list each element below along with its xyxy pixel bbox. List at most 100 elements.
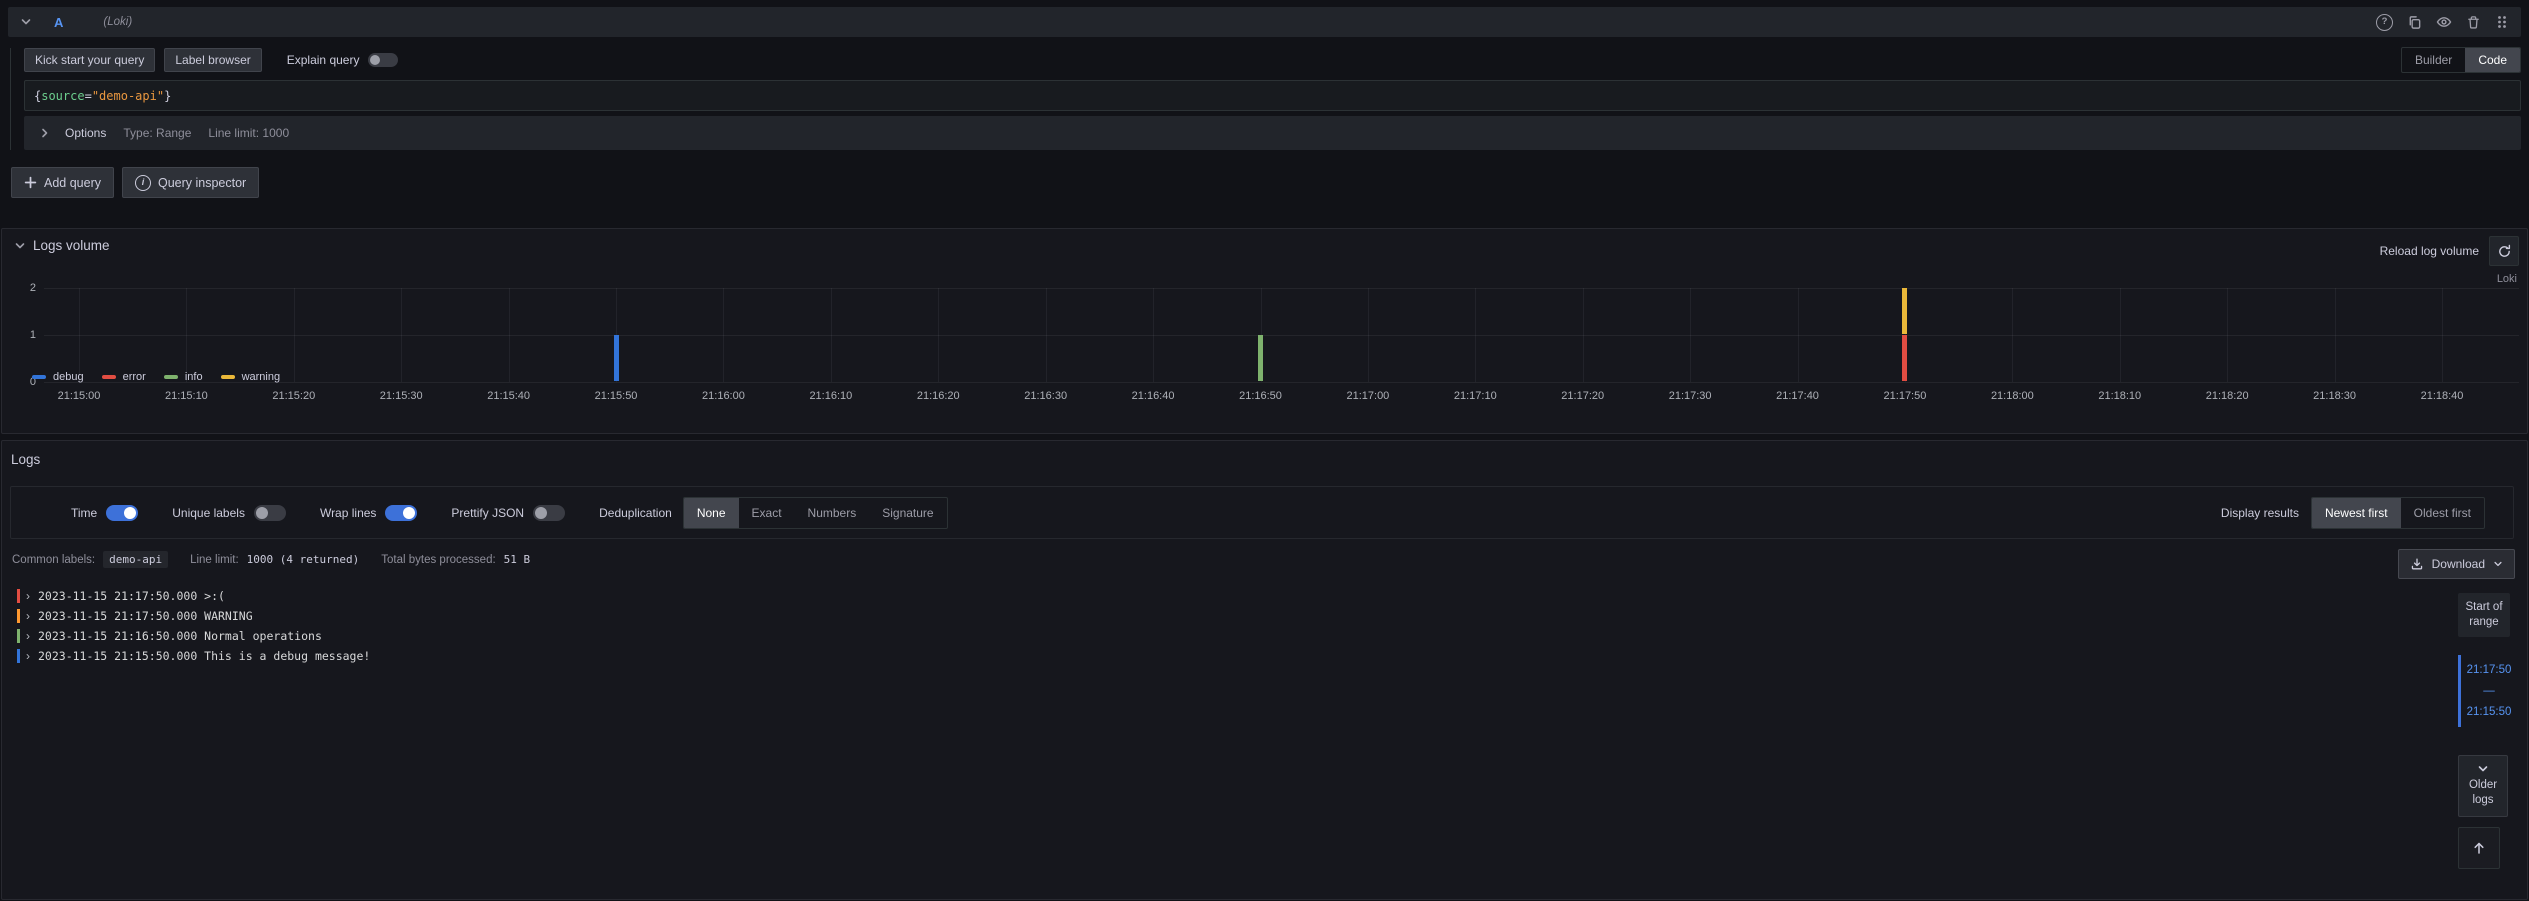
x-axis-tick-label: 21:18:30 [2290,390,2380,402]
add-query-button[interactable]: Add query [11,167,114,198]
log-navigation: Start of range 21:17:50 — 21:15:50 Older… [2458,593,2510,869]
log-row-expand-chevron-icon[interactable]: › [26,590,30,602]
log-row-text: 2023-11-15 21:16:50.000 Normal operation… [38,629,322,643]
log-row-debug[interactable]: ›2023-11-15 21:15:50.000 This is a debug… [10,646,2447,666]
query-row-header[interactable]: A (Loki) ? [8,7,2521,37]
log-level-indicator-debug [17,649,20,663]
logs-controls-bar: TimeUnique labelsWrap linesPrettify JSON… [10,486,2514,539]
reload-log-volume-button[interactable] [2489,236,2519,266]
legend-item-warning[interactable]: warning [221,371,281,383]
total-bytes-value: 51 B [504,553,531,566]
unique-labels-toggle[interactable] [254,505,286,521]
legend-item-info[interactable]: info [164,371,203,383]
query-row-body: Kick start your query Label browser Expl… [10,48,2521,150]
prettify-json-toggle[interactable] [533,505,565,521]
explain-query-toggle[interactable] [368,53,398,67]
remove-query-trash-icon[interactable] [2466,15,2481,30]
chart-gridline-v [1690,288,1691,382]
dedup-option-exact[interactable]: Exact [739,498,795,528]
wrap-lines-toggle[interactable] [385,505,417,521]
log-row-expand-chevron-icon[interactable]: › [26,650,30,662]
chart-gridline-h [44,288,2519,289]
query-inspector-button[interactable]: i Query inspector [122,167,259,198]
toggle-label: Unique labels [172,506,245,520]
logs-meta-row: Common labels: demo-api Line limit: 1000… [12,551,552,568]
options-chevron-right-icon [39,127,51,139]
line-limit-label: Line limit: [190,554,239,566]
chart-gridline-v [2335,288,2336,382]
chart-bar-debug [614,335,619,381]
log-row-warning[interactable]: ›2023-11-15 21:17:50.000 WARNING [10,606,2447,626]
log-rows: ›2023-11-15 21:17:50.000 >:(›2023-11-15 … [10,586,2447,666]
x-axis-tick-label: 21:18:10 [2075,390,2165,402]
collapse-query-chevron-down-icon[interactable] [20,16,32,28]
legend-swatch-warning [221,375,235,379]
log-row-error[interactable]: ›2023-11-15 21:17:50.000 >:( [10,586,2447,606]
info-icon: i [135,175,151,191]
hide-response-eye-icon[interactable] [2436,14,2452,30]
log-level-indicator-info [17,629,20,643]
drag-handle-grip-icon[interactable] [2495,14,2509,30]
x-axis-tick-label: 21:17:40 [1753,390,1843,402]
chart-gridline-v [1798,288,1799,382]
legend-swatch-error [102,375,116,379]
log-row-expand-chevron-icon[interactable]: › [26,610,30,622]
kick-start-query-button[interactable]: Kick start your query [24,48,155,72]
legend-item-error[interactable]: error [102,371,146,383]
download-icon [2410,557,2424,571]
deduplication-label: Deduplication [599,506,672,520]
total-bytes-label: Total bytes processed: [381,554,495,566]
logs-volume-title: Logs volume [33,238,110,253]
dedup-option-signature[interactable]: Signature [869,498,946,528]
help-icon[interactable]: ? [2376,14,2393,31]
display-option-newest-first[interactable]: Newest first [2312,498,2401,528]
reload-log-volume-label[interactable]: Reload log volume [2380,244,2479,258]
refresh-icon [2497,244,2512,259]
duplicate-query-icon[interactable] [2407,15,2422,30]
log-level-indicator-error [17,589,20,603]
logs-volume-chevron-down-icon [14,240,26,252]
x-axis-tick-label: 21:16:30 [1001,390,1091,402]
scroll-to-top-button[interactable] [2458,827,2500,869]
chart-gridline-v [401,288,402,382]
query-options-row[interactable]: Options Type: Range Line limit: 1000 [24,116,2521,150]
query-code-editor[interactable]: {source="demo-api"} [24,80,2521,111]
x-axis-tick-label: 21:16:20 [893,390,983,402]
logs-volume-header[interactable]: Logs volume [14,238,110,253]
x-axis-tick-label: 21:17:30 [1645,390,1735,402]
options-type: Type: Range [123,126,191,140]
x-axis-tick-label: 21:17:00 [1323,390,1413,402]
editor-mode-builder[interactable]: Builder [2402,48,2465,72]
x-axis-tick-label: 21:18:40 [2397,390,2487,402]
range-top-time: 21:17:50 [2467,664,2512,676]
download-caret-down-icon [2493,559,2503,569]
log-range-indicator[interactable]: 21:17:50 — 21:15:50 [2458,655,2512,727]
chart-gridline-v [509,288,510,382]
start-of-range-button[interactable]: Start of range [2458,593,2510,637]
log-row-expand-chevron-icon[interactable]: › [26,630,30,642]
chart-gridline-v [186,288,187,382]
display-option-oldest-first[interactable]: Oldest first [2401,498,2484,528]
x-axis-tick-label: 21:15:30 [356,390,446,402]
dedup-option-none[interactable]: None [684,498,739,528]
toggle-label: Time [71,506,97,520]
editor-mode-code[interactable]: Code [2465,48,2520,72]
options-line-limit: Line limit: 1000 [208,126,289,140]
legend-item-debug[interactable]: debug [32,371,84,383]
chart-gridline-v [1153,288,1154,382]
older-logs-button[interactable]: Older logs [2458,755,2508,817]
logs-toggles: TimeUnique labelsWrap linesPrettify JSON [71,505,599,521]
legend-label-warning: warning [242,371,281,383]
time-toggle[interactable] [106,505,138,521]
download-button[interactable]: Download [2398,549,2515,579]
log-row-info[interactable]: › 2023-11-15 21:16:50.000 Normal operatio… [10,626,2447,646]
chart-gridline-v [831,288,832,382]
deduplication-switcher: NoneExactNumbersSignature [683,497,948,529]
logs-panel: Logs TimeUnique labelsWrap linesPrettify… [1,440,2528,900]
query-editor-panel: A (Loki) ? Kick start your query Label b… [8,7,2521,198]
dedup-option-numbers[interactable]: Numbers [795,498,870,528]
label-browser-button[interactable]: Label browser [164,48,261,72]
x-axis-tick-label: 21:15:10 [141,390,231,402]
logs-volume-legend: debug error info warning [32,371,280,383]
x-axis-tick-label: 21:15:40 [464,390,554,402]
